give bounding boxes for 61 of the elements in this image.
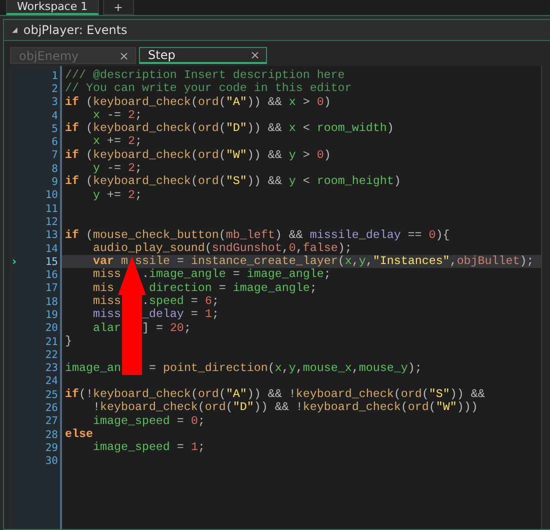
line-number: 1 — [52, 70, 59, 82]
line-number: 21 — [45, 336, 59, 348]
line-number: 17 — [45, 282, 59, 294]
code-line: x += 2; — [92, 135, 143, 149]
line-number: 27 — [45, 415, 59, 428]
code-line: miss .image_angle = image_angle; — [92, 268, 332, 282]
code-line: image_speed = 0; — [92, 414, 206, 428]
code-line: image_an = point_direction(x,y,mouse_x,mouse_y); — [64, 362, 423, 375]
line-number: 30 — [45, 455, 59, 468]
line-number: 10 — [45, 189, 59, 202]
code-line: /// @description Insert description here — [64, 69, 346, 82]
line-number: 12 — [45, 216, 59, 228]
line-number: 28 — [45, 428, 59, 441]
code-line: !keyboard_check(ord("D")) && !keyboard_check(ord("W"))) — [92, 401, 479, 415]
code-line: // You can write your code in this editor — [64, 82, 353, 96]
line-number: 20 — [45, 322, 59, 334]
line-number: 26 — [45, 402, 59, 414]
line-number: 9 — [52, 176, 59, 188]
code-line: if (keyboard_check(ord("W")) && y > 0) — [64, 148, 332, 162]
code-line: else — [64, 428, 94, 442]
code-line: mis direction = image_angle; — [92, 282, 318, 296]
line-number: 8 — [52, 162, 59, 175]
code-line: y += 2; — [92, 188, 143, 202]
line-number: 3 — [52, 96, 59, 108]
workspace-tab[interactable]: Workspace 1 — [6, 0, 99, 15]
code-line: y -= 2; — [92, 162, 143, 176]
code-line: audio_play_sound(sndGunshot,0,false); — [92, 242, 353, 256]
workspace-tab[interactable]: + — [102, 0, 134, 15]
event-tab[interactable]: Step × — [139, 47, 267, 64]
line-number: 24 — [45, 375, 59, 388]
line-number: 5 — [52, 122, 59, 135]
close-icon[interactable]: × — [118, 48, 129, 62]
line-number: 18 — [45, 296, 59, 308]
line-number: 6 — [52, 136, 59, 148]
code-line: if (keyboard_check(ord("S")) && y < room_height) — [64, 175, 402, 189]
line-number: 4 — [52, 110, 59, 122]
code-line: miss .speed = 6; — [92, 295, 220, 308]
line-number: 19 — [45, 308, 59, 321]
current-line-marker: › — [12, 255, 17, 268]
line-number: 29 — [45, 442, 59, 454]
code-line: if(!keyboard_check(ord("A")) && !keyboard_check(ord("S")) && — [64, 388, 486, 402]
code-line: if (mouse_check_button(mb_left) && missile_delay == 0){ — [64, 228, 451, 242]
code-line: image_speed = 1; — [92, 441, 206, 455]
panel-title: objPlayer: Events — [23, 23, 128, 37]
code-line: alar ] = 20; — [92, 322, 192, 335]
line-number: 13 — [45, 229, 59, 242]
line-number: 16 — [45, 269, 59, 282]
line-number: 22 — [45, 348, 59, 361]
line-number: 14 — [45, 242, 59, 254]
line-number: 11 — [45, 202, 59, 215]
line-number: 15 — [45, 256, 59, 268]
code-line: if (keyboard_check(ord("A")) && x > 0) — [64, 96, 332, 109]
close-icon[interactable]: × — [250, 48, 260, 62]
line-number: 7 — [52, 149, 59, 162]
line-number: 2 — [52, 82, 59, 95]
code-line: x -= 2; — [92, 108, 143, 122]
line-number: 23 — [45, 362, 59, 374]
line-number: 25 — [45, 388, 59, 401]
code-line: if (keyboard_check(ord("D")) && x < room_width) — [64, 122, 395, 136]
code-line: } — [64, 334, 73, 348]
code-line: miss _delay = 1; — [92, 308, 220, 322]
